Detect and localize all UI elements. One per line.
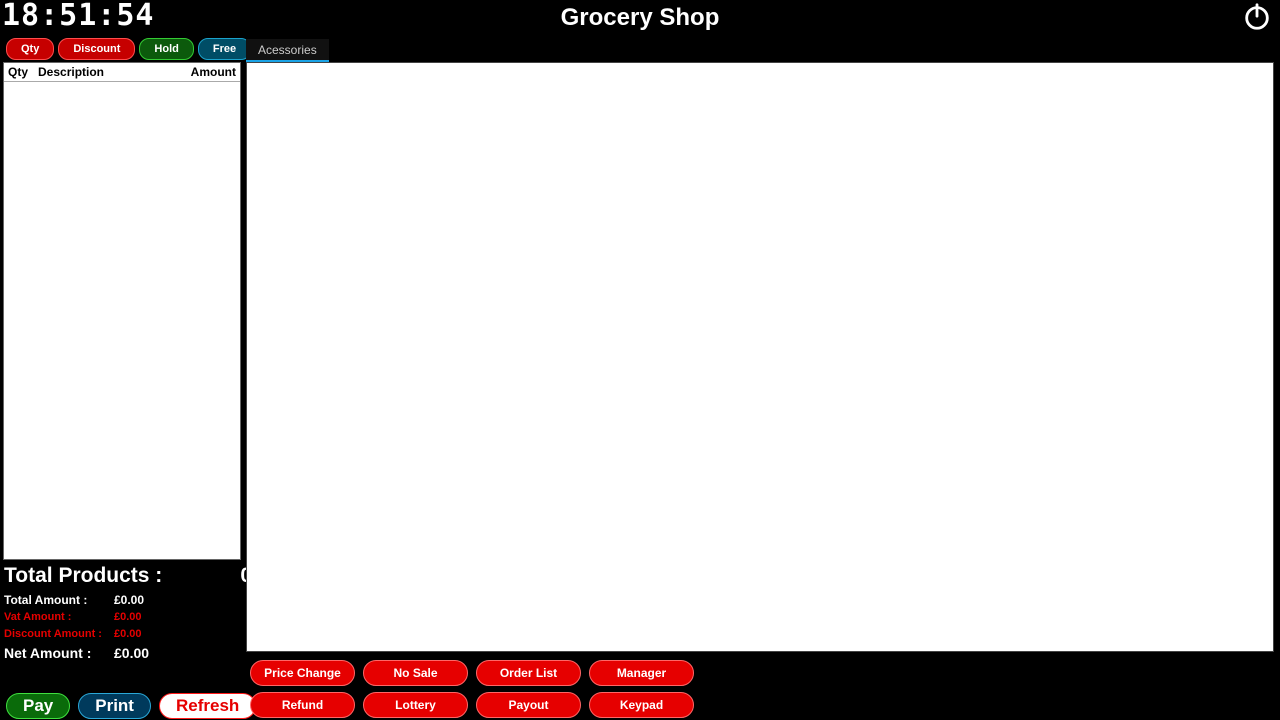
primary-actions: Pay Print Refresh [6,693,256,719]
product-grid[interactable] [246,62,1274,652]
total-amount-value: £0.00 [114,592,144,609]
lottery-button[interactable]: Lottery [363,692,468,718]
free-button[interactable]: Free [198,38,251,60]
net-amount-value: £0.00 [114,645,149,661]
keypad-button[interactable]: Keypad [589,692,694,718]
hold-button[interactable]: Hold [139,38,193,60]
top-bar: 18:51:54 Grocery Shop [0,0,1280,36]
discount-amount-value: £0.00 [114,626,142,643]
refresh-button[interactable]: Refresh [159,693,256,719]
order-list-button[interactable]: Order List [476,660,581,686]
manager-button[interactable]: Manager [589,660,694,686]
vat-amount-label: Vat Amount : [4,609,114,626]
function-grid: Price Change No Sale Order List Manager … [250,660,694,718]
discount-button[interactable]: Discount [58,38,135,60]
no-sale-button[interactable]: No Sale [363,660,468,686]
category-tabs: Acessories [246,38,329,62]
vat-amount-value: £0.00 [114,609,142,626]
cart-col-amount: Amount [181,65,236,79]
power-button[interactable] [1242,2,1272,32]
qty-button[interactable]: Qty [6,38,54,60]
pay-button[interactable]: Pay [6,693,70,719]
cart-col-desc: Description [38,65,181,79]
clock-display: 18:51:54 [2,0,155,33]
tab-accessories[interactable]: Acessories [246,39,329,62]
power-icon [1242,2,1272,32]
total-amount-label: Total Amount : [4,592,114,609]
discount-amount-label: Discount Amount : [4,626,114,643]
refund-button[interactable]: Refund [250,692,355,718]
cart-col-qty: Qty [8,65,38,79]
cart-header: Qty Description Amount [4,63,240,82]
cart-panel: Qty Description Amount [3,62,241,560]
net-amount-label: Net Amount : [4,645,114,661]
price-change-button[interactable]: Price Change [250,660,355,686]
payout-button[interactable]: Payout [476,692,581,718]
total-products-label: Total Products : [4,564,162,588]
totals-panel: Total Products : 0 Total Amount : £0.00 … [0,562,258,661]
print-button[interactable]: Print [78,693,151,719]
store-title: Grocery Shop [0,4,1280,32]
action-pills: Qty Discount Hold Free [6,38,251,60]
